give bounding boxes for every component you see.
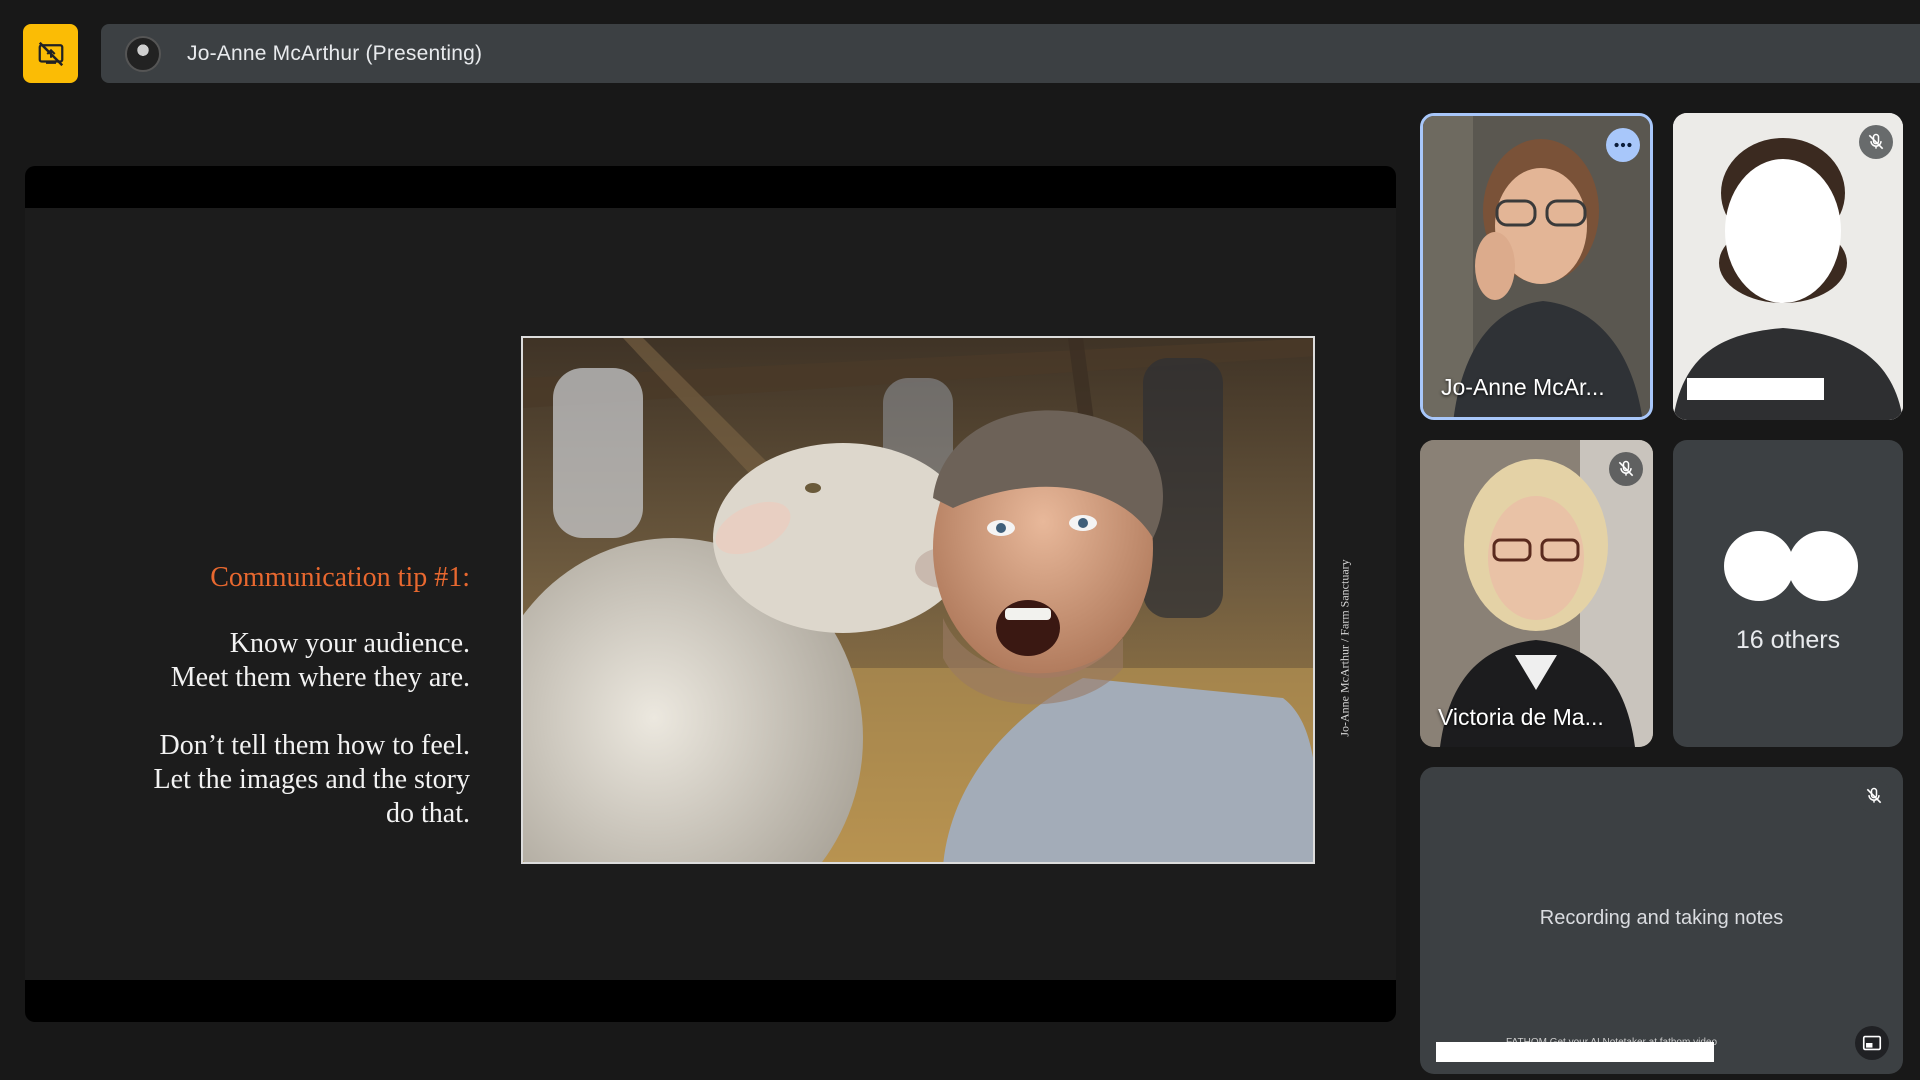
participant-tile[interactable]: Jo-Anne McAr... bbox=[1420, 113, 1653, 420]
more-horiz-icon bbox=[1614, 142, 1632, 148]
redacted-name bbox=[1436, 1042, 1714, 1062]
slide: Communication tip #1: Know your audience… bbox=[25, 208, 1396, 980]
avatar bbox=[125, 35, 161, 72]
slide-photo bbox=[521, 336, 1315, 864]
stop-presenting-button[interactable] bbox=[23, 24, 78, 83]
presenter-bar: Jo-Anne McArthur (Presenting) bbox=[101, 24, 1920, 83]
mic-off-indicator bbox=[1857, 779, 1891, 813]
slide-line: Meet them where they are. bbox=[170, 662, 470, 693]
presenter-name: Jo-Anne McArthur (Presenting) bbox=[187, 41, 483, 65]
notetaker-tile[interactable]: Recording and taking notes FATHOM Get yo… bbox=[1420, 767, 1903, 1074]
photo-credit: Jo-Anne McArthur / Farm Sanctuary bbox=[1337, 559, 1352, 737]
notetaker-status: Recording and taking notes bbox=[1539, 907, 1784, 929]
participant-video bbox=[1673, 113, 1903, 420]
slide-line: Don’t tell them how to feel. bbox=[159, 730, 470, 761]
mic-off-indicator bbox=[1859, 125, 1893, 159]
participant-tile[interactable]: Victoria de Ma... bbox=[1420, 440, 1653, 747]
slide-line: Know your audience. bbox=[229, 628, 470, 659]
mic-off-icon bbox=[1866, 787, 1882, 804]
mic-off-icon bbox=[1868, 133, 1884, 150]
participant-video bbox=[1420, 440, 1653, 747]
present-to-all-off-icon bbox=[38, 41, 63, 66]
picture-in-picture-button[interactable] bbox=[1855, 1026, 1889, 1060]
slide-tip-title: Communication tip #1: bbox=[210, 562, 470, 593]
shared-screen: Communication tip #1: Know your audience… bbox=[25, 166, 1396, 1022]
redacted-name bbox=[1687, 378, 1824, 400]
participant-tile[interactable] bbox=[1673, 113, 1903, 420]
mic-off-indicator bbox=[1609, 452, 1643, 486]
meet-window: Jo-Anne McArthur (Presenting) Communicat… bbox=[0, 0, 1920, 1080]
slide-line: do that. bbox=[386, 798, 470, 829]
participant-name: Jo-Anne McAr... bbox=[1441, 374, 1605, 400]
mic-off-icon bbox=[1618, 460, 1634, 477]
slide-line: Let the images and the story bbox=[153, 764, 470, 795]
participant-name: Victoria de Ma... bbox=[1438, 704, 1604, 730]
others-count: 16 others bbox=[1735, 626, 1841, 654]
more-options-button[interactable] bbox=[1606, 128, 1640, 162]
others-avatars bbox=[1724, 531, 1858, 601]
others-tile[interactable]: 16 others bbox=[1673, 440, 1903, 747]
picture-in-picture-icon bbox=[1862, 1035, 1882, 1051]
